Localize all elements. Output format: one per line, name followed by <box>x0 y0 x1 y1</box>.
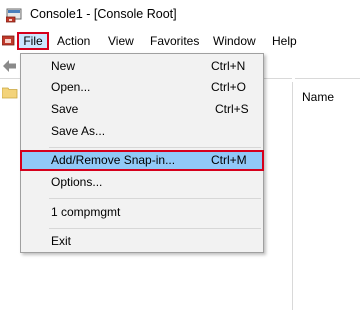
menu-separator <box>49 198 261 199</box>
menu-item-shortcut: Ctrl+N <box>211 59 246 73</box>
menu-item-label: Exit <box>51 234 72 248</box>
window-title: Console1 - [Console Root] <box>30 7 177 21</box>
folder-icon[interactable] <box>2 86 18 99</box>
menu-item-shortcut: Ctrl+M <box>211 153 247 167</box>
menu-item-new[interactable]: New Ctrl+N <box>22 56 262 77</box>
menu-item-exit[interactable]: Exit <box>22 231 262 252</box>
menu-item-label: New <box>51 59 76 73</box>
menu-item-add-remove-snap-in[interactable]: Add/Remove Snap-in... Ctrl+M <box>20 150 264 171</box>
menu-file[interactable]: File <box>17 32 49 50</box>
menu-item-shortcut: Ctrl+S <box>215 102 249 116</box>
system-menu-icon[interactable] <box>2 34 18 48</box>
column-header-name[interactable]: Name <box>302 90 334 104</box>
results-pane: Name <box>292 82 360 310</box>
menu-item-options[interactable]: Options... <box>22 172 262 193</box>
menu-item-label: 1 compmgmt <box>51 205 121 219</box>
menu-separator <box>49 228 261 229</box>
menu-item-shortcut: Ctrl+O <box>211 80 247 94</box>
menu-favorites[interactable]: Favorites <box>150 32 199 50</box>
title-bar: Console1 - [Console Root] <box>0 0 360 30</box>
mmc-console-icon <box>6 8 22 23</box>
menu-help[interactable]: Help <box>272 32 297 50</box>
menu-item-recent-compmgmt[interactable]: 1 compmgmt <box>22 202 262 223</box>
menu-item-label: Add/Remove Snap-in... <box>51 153 176 167</box>
menu-item-label: Save <box>51 102 79 116</box>
menu-item-save-as[interactable]: Save As... <box>22 121 262 142</box>
menu-window[interactable]: Window <box>213 32 256 50</box>
menu-separator <box>49 147 261 148</box>
back-arrow-icon[interactable] <box>2 59 18 73</box>
menu-item-save[interactable]: Save Ctrl+S <box>22 99 262 120</box>
menu-item-label: Options... <box>51 175 103 189</box>
menu-item-open[interactable]: Open... Ctrl+O <box>22 77 262 98</box>
file-menu-dropdown: New Ctrl+N Open... Ctrl+O Save Ctrl+S Sa… <box>20 53 264 253</box>
menu-item-label: Open... <box>51 80 91 94</box>
menu-view[interactable]: View <box>108 32 134 50</box>
menu-bar: File Action View Favorites Window Help <box>0 30 360 52</box>
menu-item-label: Save As... <box>51 124 106 138</box>
header-divider <box>295 78 360 79</box>
menu-action[interactable]: Action <box>57 32 90 50</box>
